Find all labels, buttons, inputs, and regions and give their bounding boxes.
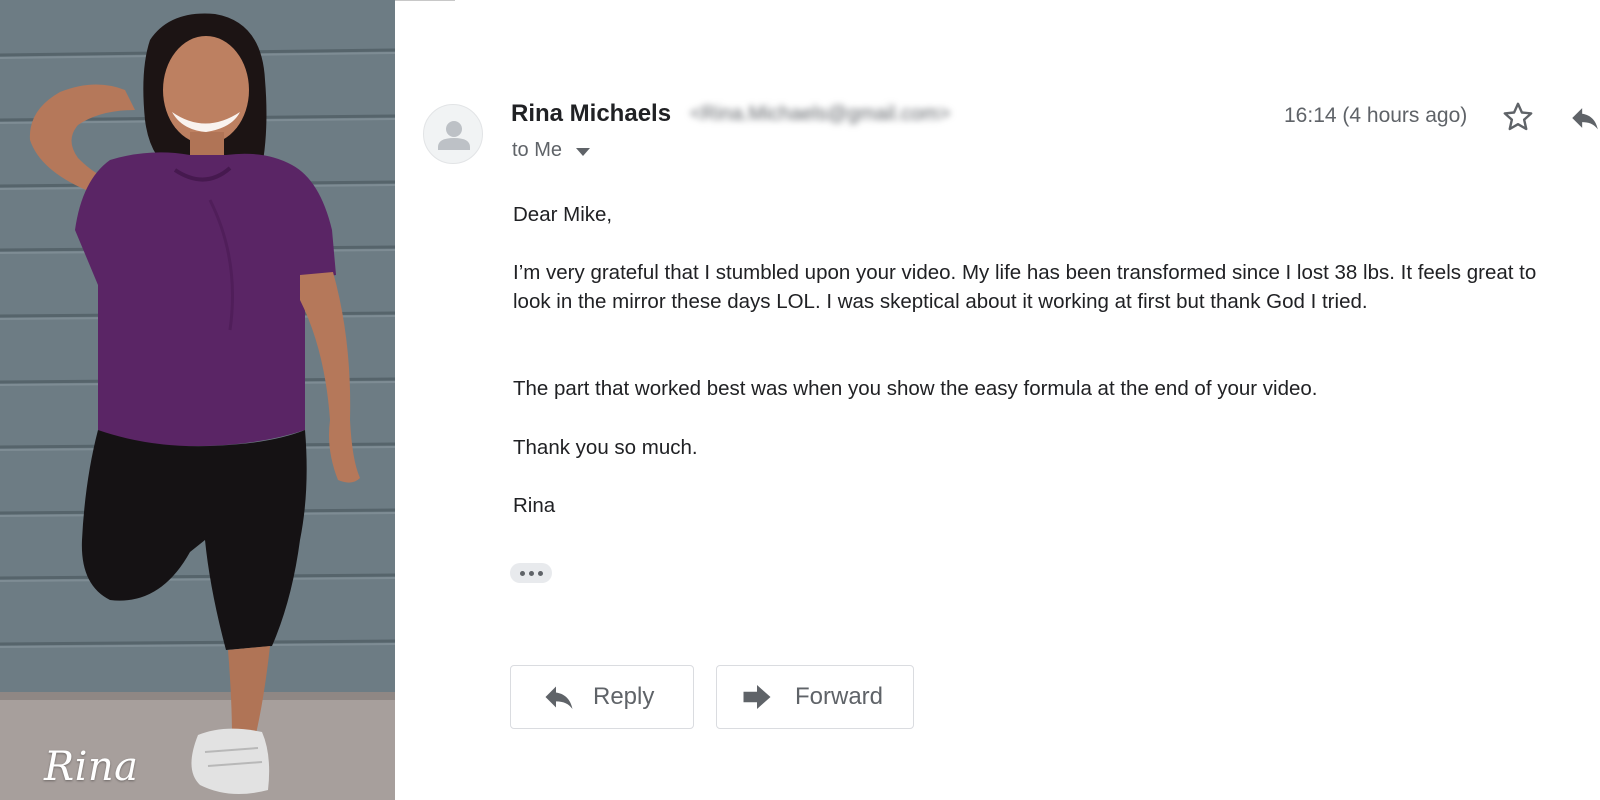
caret-down-icon xyxy=(575,139,590,162)
email-timestamp: 16:14 (4 hours ago) xyxy=(1284,104,1468,127)
person-avatar-icon xyxy=(438,121,470,150)
email-signoff: Rina xyxy=(513,494,556,517)
recipient-label: to Me xyxy=(512,139,563,161)
forward-button-label: Forward xyxy=(795,683,884,710)
woman-standing-illustration xyxy=(0,0,395,800)
email-greeting: Dear Mike, xyxy=(513,203,613,226)
reply-arrow-icon xyxy=(1572,108,1598,130)
email-paragraph: The part that worked best was when you s… xyxy=(513,377,1318,400)
show-trimmed-content-button[interactable] xyxy=(510,563,552,583)
sender-name: Rina Michaels xyxy=(511,100,672,127)
ellipsis-icon xyxy=(519,570,525,576)
email-paragraph: Thank you so much. xyxy=(513,436,698,459)
star-icon xyxy=(1503,102,1533,131)
sender-email: <Rina.Michaels@gmail.com> xyxy=(690,103,951,125)
forward-button[interactable]: Forward xyxy=(716,665,914,729)
star-button[interactable] xyxy=(1500,99,1536,135)
reply-button-label: Reply xyxy=(593,683,655,710)
photo-caption: Rina xyxy=(44,744,139,790)
sender-avatar[interactable] xyxy=(423,104,483,164)
header-reply-button[interactable] xyxy=(1568,101,1600,135)
testimonial-photo: Rina xyxy=(0,0,395,800)
reply-button[interactable]: Reply xyxy=(510,665,694,729)
ellipsis-icon xyxy=(537,570,543,576)
forward-arrow-icon xyxy=(743,685,771,709)
email-paragraph: I’m very grateful that I stumbled upon y… xyxy=(513,261,1537,313)
reply-arrow-icon xyxy=(545,686,573,709)
top-divider xyxy=(395,0,455,1)
recipient-dropdown[interactable]: to Me xyxy=(512,139,590,162)
ellipsis-icon xyxy=(528,570,534,576)
